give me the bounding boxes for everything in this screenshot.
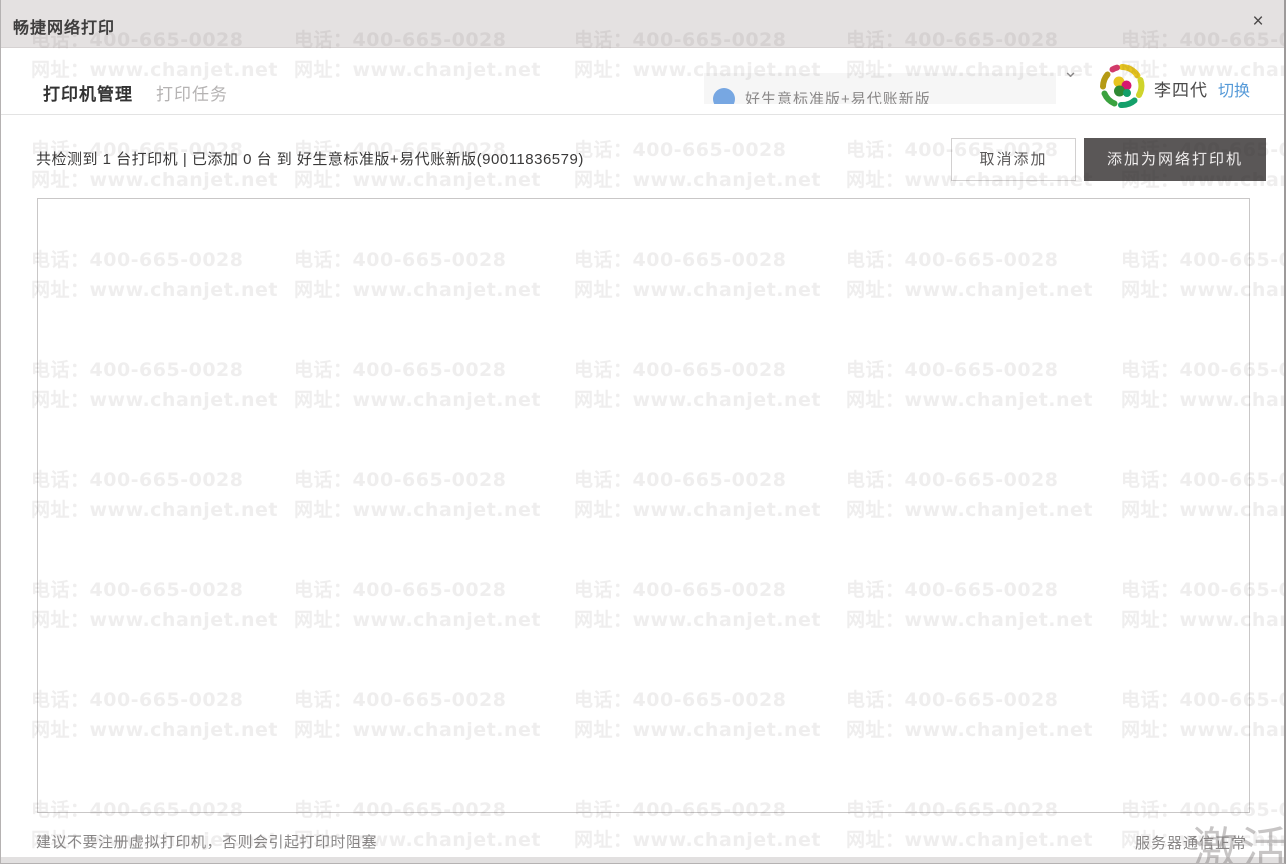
- window-bottom-edge: [1, 857, 1284, 863]
- avatar: [1098, 62, 1146, 110]
- chevron-down-icon[interactable]: ⌄: [1063, 61, 1078, 82]
- header-bar: 打印机管理 打印任务 好生意标准版+易代账新版 ⌄ 李四代 切换: [1, 49, 1284, 115]
- product-icon: [713, 88, 735, 104]
- cancel-add-button[interactable]: 取消添加: [951, 138, 1076, 181]
- window-title: 畅捷网络打印: [13, 20, 116, 37]
- detection-status-text: 共检测到 1 台打印机 | 已添加 0 台 到 好生意标准版+易代账新版(900…: [36, 151, 584, 168]
- server-status-text: 服务器通信正常: [1134, 835, 1247, 852]
- titlebar: 畅捷网络打印 ×: [1, 0, 1284, 48]
- virtual-printer-hint: 建议不要注册虚拟打印机，否则会引起打印时阻塞: [36, 834, 378, 851]
- app-window: 畅捷网络打印 × 打印机管理 打印任务 好生意标准版+易代账新版 ⌄ 李四代 切…: [0, 0, 1286, 864]
- printer-list-panel: [37, 198, 1250, 813]
- tab-printer-management[interactable]: 打印机管理: [43, 80, 133, 105]
- close-icon[interactable]: ×: [1246, 10, 1270, 34]
- product-select-inner: 好生意标准版+易代账新版: [704, 88, 1056, 104]
- product-select[interactable]: 好生意标准版+易代账新版: [704, 73, 1056, 104]
- add-network-printer-button[interactable]: 添加为网络打印机: [1084, 138, 1266, 181]
- switch-account-link[interactable]: 切换: [1218, 77, 1250, 101]
- product-select-value: 好生意标准版+易代账新版: [745, 91, 931, 104]
- tab-print-tasks[interactable]: 打印任务: [156, 80, 228, 105]
- username-label: 李四代: [1154, 81, 1208, 100]
- watermark-block: 电话：400-665-0028网址：www.chanjet.net: [574, 139, 821, 191]
- pinwheel-logo-icon: [1100, 64, 1145, 109]
